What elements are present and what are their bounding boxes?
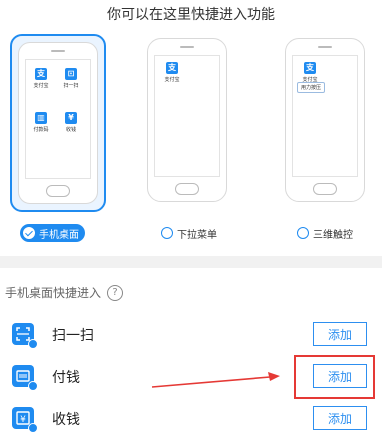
app-pay-code: ▥ 付款码: [33, 112, 49, 133]
section-title: 手机桌面快捷进入: [5, 286, 102, 300]
section-divider: [0, 256, 382, 268]
app-alipay: 支 支付宝: [164, 62, 180, 83]
app-scan: ⊡ 扫一扫: [63, 68, 79, 89]
section-header: 手机桌面快捷进入 ?: [5, 284, 124, 301]
shortcut-badge-icon: [28, 381, 38, 391]
add-scan-button[interactable]: 添加: [313, 322, 367, 346]
app-collect: ¥ 收钱: [65, 112, 77, 133]
phone-screen: 支 支付宝 ⊡ 扫一扫 ▥ 付款码 ¥ 收钱: [25, 59, 91, 179]
home-button: [175, 183, 199, 195]
add-collect-button[interactable]: 添加: [313, 406, 367, 430]
option-3d-touch[interactable]: 三维触控: [297, 224, 353, 242]
shortcut-badge-icon: [28, 423, 38, 433]
svg-text:¥: ¥: [20, 415, 26, 425]
phone-screen: 支 支付宝: [154, 55, 220, 177]
phone-speaker: [180, 46, 194, 48]
shortcut-row-scan: 扫一扫 添加: [0, 314, 382, 356]
home-button: [313, 183, 337, 195]
add-pay-button[interactable]: 添加: [313, 364, 367, 388]
collect-money-icon: ¥: [65, 112, 77, 124]
alipay-icon: 支: [304, 62, 316, 74]
press-hint-label: 用力按压: [297, 82, 326, 93]
phone-preview-3d-touch[interactable]: 支 支付宝 用力按压: [285, 38, 365, 202]
payment-code-icon: ▥: [35, 112, 47, 124]
radio-unchecked-icon: [297, 227, 309, 239]
home-button: [46, 185, 70, 197]
option-desktop[interactable]: 手机桌面: [20, 224, 85, 242]
phone-preview-dropdown[interactable]: 支 支付宝: [147, 38, 227, 202]
help-icon[interactable]: ?: [107, 284, 124, 301]
phone-speaker: [318, 46, 332, 48]
phone-screen: 支 支付宝 用力按压: [292, 55, 358, 177]
entry-mode-previews: 支 支付宝 ⊡ 扫一扫 ▥ 付款码 ¥ 收钱 支 支付宝 支 支付宝 用力按压 …: [0, 34, 382, 248]
phone-speaker: [51, 50, 65, 52]
shortcut-row-collect: ¥ 收钱 添加: [0, 398, 382, 440]
shortcut-badge-icon: [28, 339, 38, 349]
app-alipay: 支 支付宝: [33, 68, 49, 89]
option-dropdown-menu[interactable]: 下拉菜单: [161, 224, 217, 242]
shortcut-row-pay: 付钱 添加: [0, 356, 382, 398]
shortcut-label: 付钱: [52, 370, 80, 386]
radio-unchecked-icon: [161, 227, 173, 239]
radio-checked-icon: [23, 227, 35, 239]
alipay-icon: 支: [35, 68, 47, 80]
headline: 你可以在这里快捷进入功能: [107, 7, 275, 23]
shortcut-label: 收钱: [52, 412, 80, 428]
app-alipay: 支 支付宝: [302, 62, 318, 83]
shortcut-label: 扫一扫: [52, 328, 94, 344]
alipay-icon: 支: [166, 62, 178, 74]
scan-icon: ⊡: [65, 68, 77, 80]
phone-preview-desktop[interactable]: 支 支付宝 ⊡ 扫一扫 ▥ 付款码 ¥ 收钱: [10, 34, 106, 212]
